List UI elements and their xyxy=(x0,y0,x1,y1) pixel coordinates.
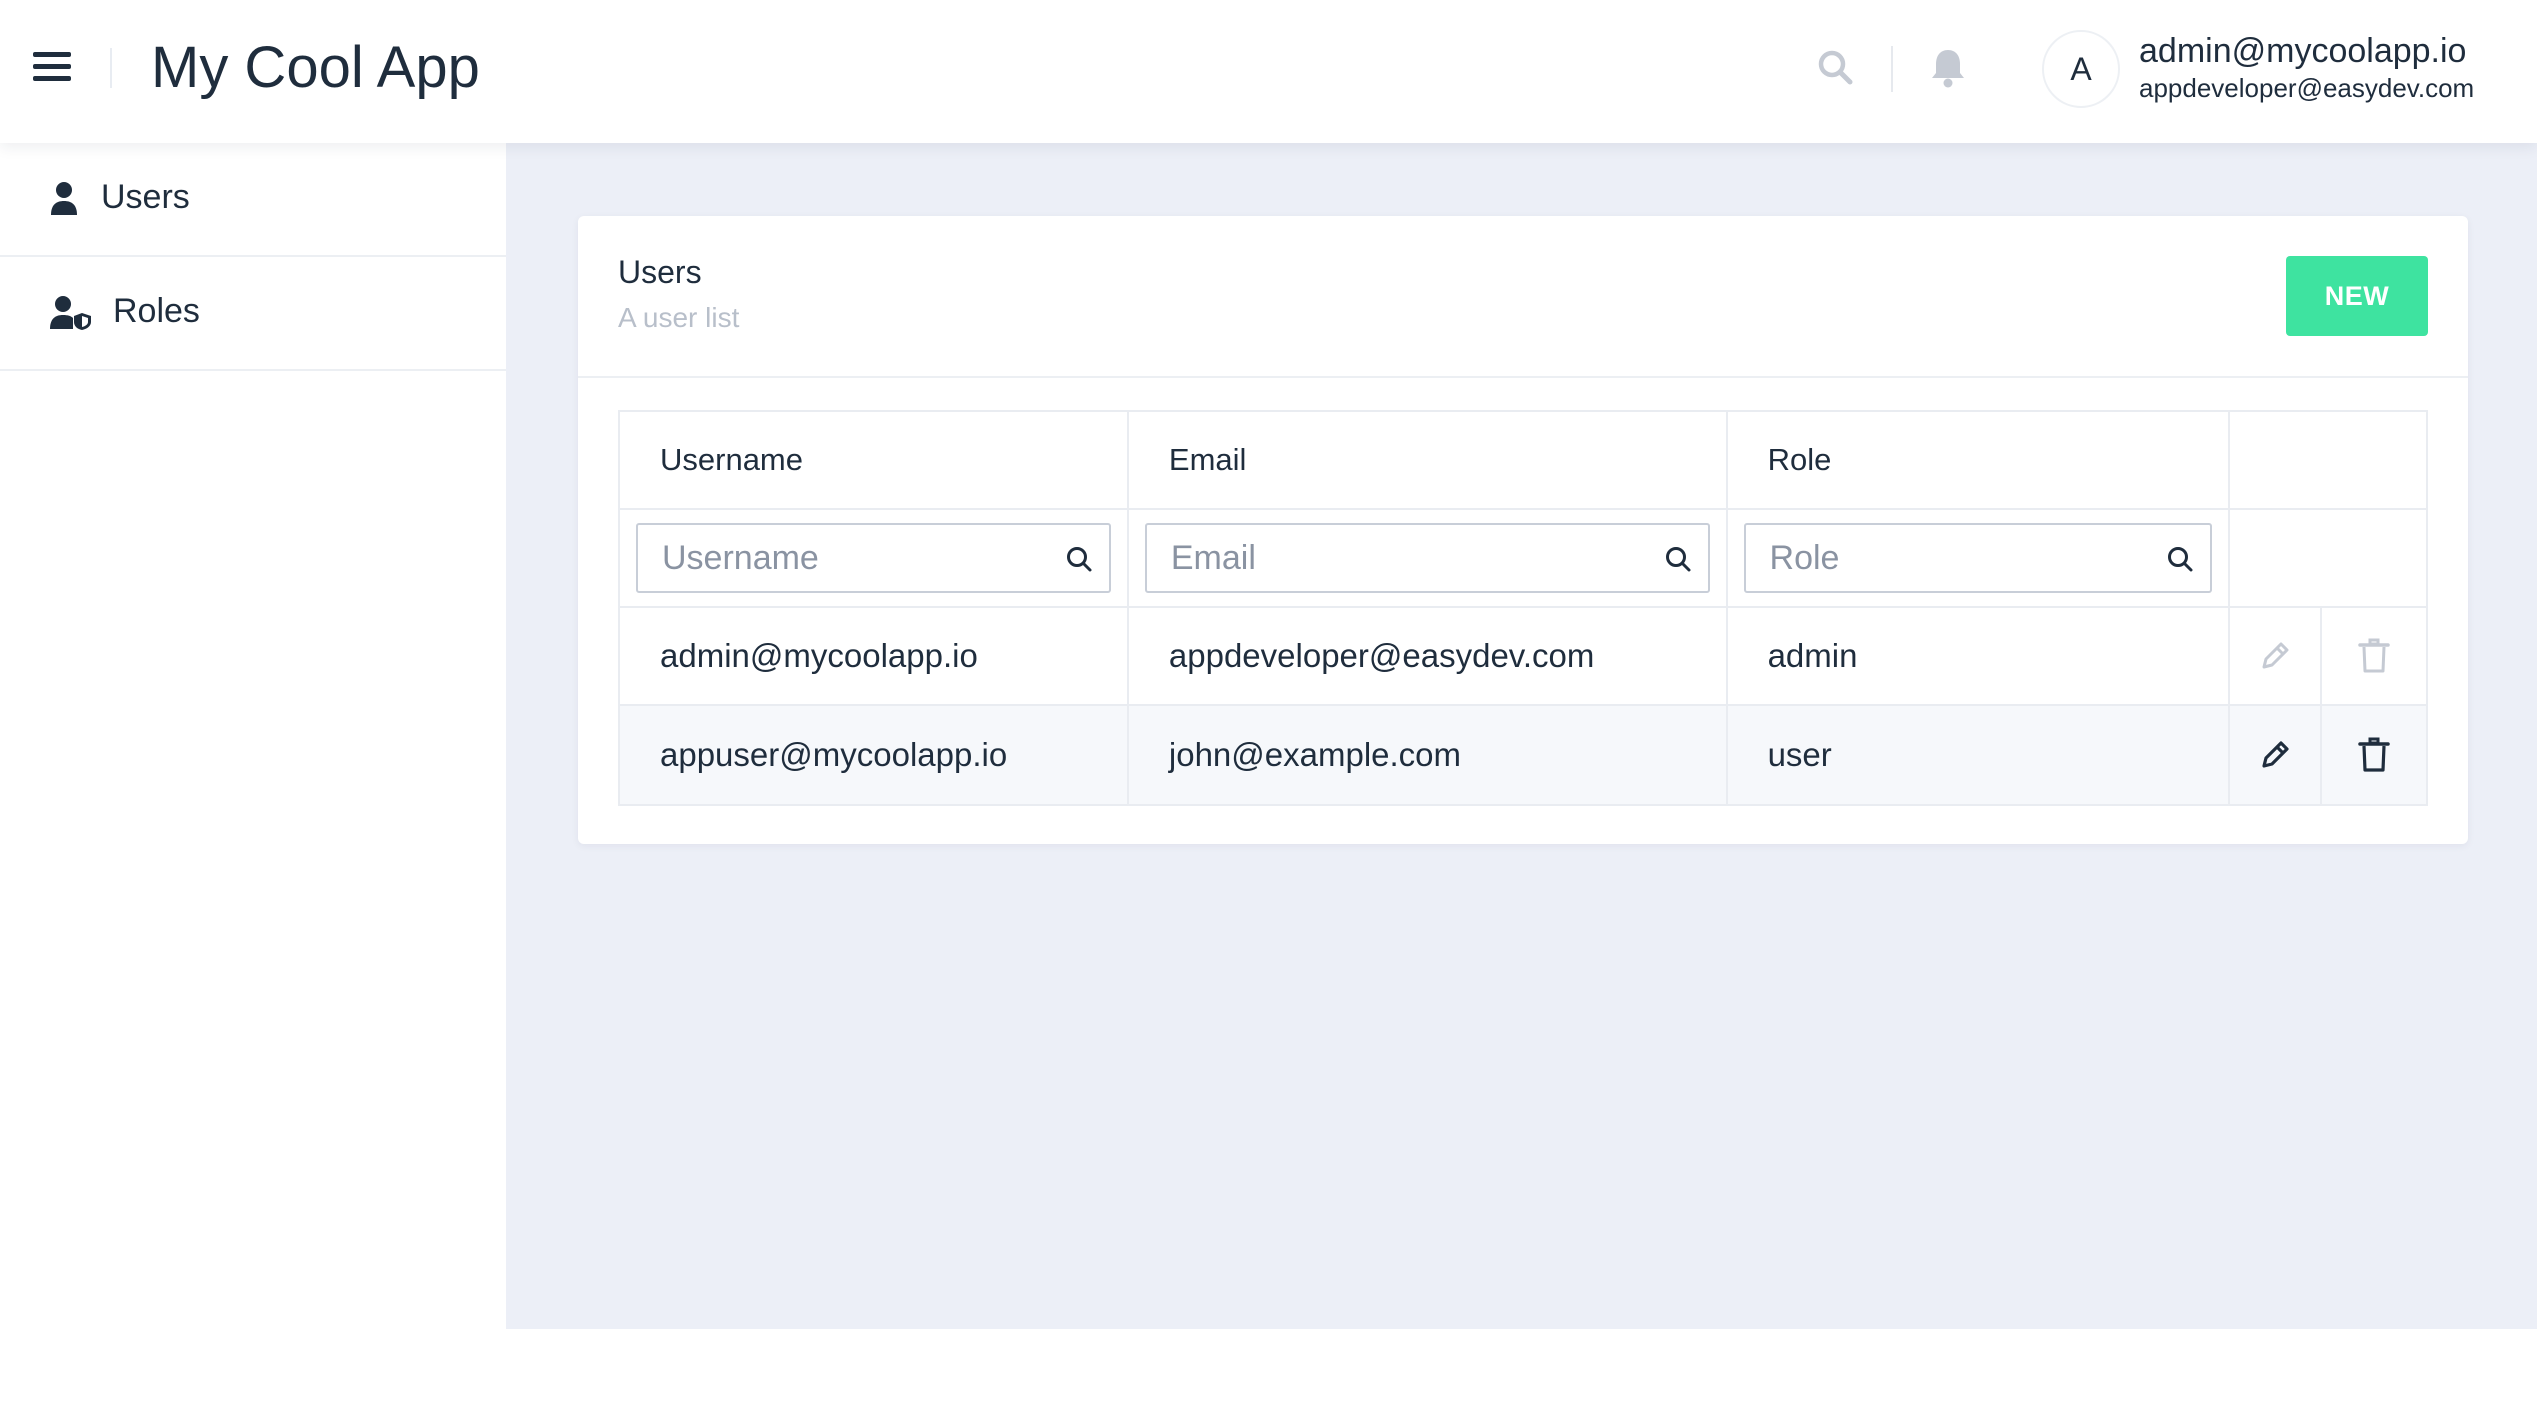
table-header-row: Username Email Role xyxy=(620,412,2426,510)
edit-action-cell xyxy=(2230,608,2323,704)
user-shield-icon xyxy=(50,295,92,336)
search-icon xyxy=(1665,547,1691,572)
main-content: Users A user list NEW Username Email Rol… xyxy=(506,143,2537,1329)
menu-icon[interactable] xyxy=(33,50,71,84)
header-divider xyxy=(110,48,112,88)
username-filter-input[interactable] xyxy=(638,525,1109,591)
delete-action-cell xyxy=(2322,706,2426,804)
trash-icon[interactable] xyxy=(2357,608,2391,704)
filter-cell-actions xyxy=(2230,510,2426,606)
search-icon xyxy=(2168,547,2193,572)
column-header-role[interactable]: Role xyxy=(1728,412,2231,508)
avatar[interactable]: A xyxy=(2042,30,2120,108)
search-icon xyxy=(1066,547,1092,572)
sidebar-item-label: Users xyxy=(101,178,190,216)
pencil-icon[interactable] xyxy=(2258,706,2292,804)
column-header-actions xyxy=(2230,412,2426,508)
footer xyxy=(506,1329,2537,1402)
role-filter-input[interactable] xyxy=(1745,525,2211,591)
sidebar-item-users[interactable]: Users xyxy=(0,143,506,257)
email-filter-input[interactable] xyxy=(1146,525,1708,591)
card-subtitle: A user list xyxy=(618,302,740,333)
email-cell: appdeveloper@easydev.com xyxy=(1129,608,1728,704)
bell-icon[interactable] xyxy=(1928,46,1968,90)
app-title: My Cool App xyxy=(151,35,480,100)
sidebar-item-roles[interactable]: Roles xyxy=(0,257,506,371)
column-header-username[interactable]: Username xyxy=(620,412,1129,508)
email-filter-box xyxy=(1144,523,1710,593)
app-root: My Cool App A admin@mycoolapp.io appdeve… xyxy=(0,0,2537,1402)
users-card: Users A user list NEW Username Email Rol… xyxy=(578,216,2468,844)
role-cell: admin xyxy=(1728,608,2231,704)
role-filter-box xyxy=(1743,523,2213,593)
delete-action-cell xyxy=(2322,608,2426,704)
sidebar: Users Roles xyxy=(0,143,506,1402)
username-cell: appuser@mycoolapp.io xyxy=(620,706,1129,804)
sidebar-item-label: Roles xyxy=(113,292,200,330)
table-row: appuser@mycoolapp.io john@example.com us… xyxy=(620,706,2426,804)
filter-cell-email xyxy=(1129,510,1728,606)
filter-cell-username xyxy=(620,510,1129,606)
username-filter-box xyxy=(636,523,1111,593)
trash-icon[interactable] xyxy=(2357,706,2391,804)
edit-action-cell xyxy=(2230,706,2323,804)
column-header-email[interactable]: Email xyxy=(1129,412,1728,508)
users-table: Username Email Role Username Email Role … xyxy=(618,410,2428,806)
card-divider xyxy=(578,376,2468,378)
new-user-button[interactable]: NEW xyxy=(2286,256,2428,336)
email-cell: john@example.com xyxy=(1129,706,1728,804)
username-cell: admin@mycoolapp.io xyxy=(620,608,1129,704)
filter-cell-role xyxy=(1728,510,2231,606)
user-icon xyxy=(50,181,78,222)
role-cell: user xyxy=(1728,706,2231,804)
table-filter-row xyxy=(620,510,2426,608)
top-header: My Cool App A admin@mycoolapp.io appdeve… xyxy=(0,0,2537,143)
current-user-secondary-email: appdeveloper@easydev.com xyxy=(2139,73,2475,103)
card-title: Users xyxy=(618,254,702,290)
current-user-email[interactable]: admin@mycoolapp.io xyxy=(2139,32,2466,71)
table-row: admin@mycoolapp.io appdeveloper@easydev.… xyxy=(620,608,2426,706)
header-icon-divider xyxy=(1891,46,1893,92)
pencil-icon[interactable] xyxy=(2258,608,2292,704)
search-icon[interactable] xyxy=(1816,48,1856,88)
